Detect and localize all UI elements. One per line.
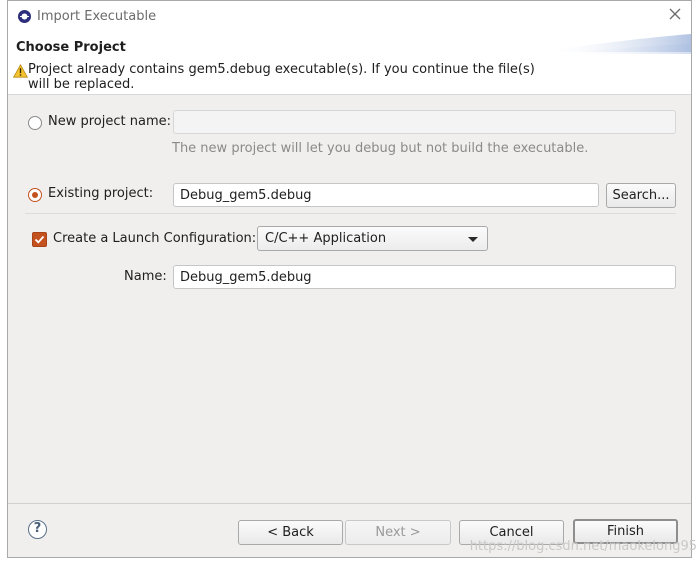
section-separator [25,213,676,214]
close-icon[interactable] [667,6,683,22]
launch-type-dropdown[interactable]: C/C++ Application [257,226,488,251]
watermark-text: https://blog.csdn.net/maokelong95 [469,539,697,554]
import-executable-dialog: Import Executable Choose Project Project… [7,0,692,558]
warning-line-1: Project already contains gem5.debug exec… [28,62,535,77]
new-project-name-field[interactable] [173,110,676,134]
existing-project-label: Existing project: [48,186,154,201]
new-project-label: New project name: [48,114,171,129]
config-name-label: Name: [124,269,167,284]
help-icon[interactable]: ? [28,520,47,539]
existing-project-field[interactable] [173,183,599,207]
chevron-down-icon [468,237,478,242]
config-name-field[interactable] [173,265,676,289]
wizard-header: Choose Project Project already contains … [8,32,691,94]
footer-separator [8,503,691,504]
launch-config-checkbox[interactable] [32,232,47,247]
eclipse-icon [18,10,31,23]
warning-icon [13,64,28,78]
window-title: Import Executable [37,9,157,24]
new-project-hint: The new project will let you debug but n… [172,141,589,156]
warning-message: Project already contains gem5.debug exec… [28,62,548,92]
new-project-radio[interactable] [28,116,42,130]
header-separator [8,94,691,95]
next-button[interactable]: Next > [345,520,451,545]
search-button[interactable]: Search... [606,183,676,208]
banner-decoration [541,34,691,54]
warning-line-2: will be replaced. [28,77,135,92]
title-bar: Import Executable [8,1,691,32]
launch-type-selected: C/C++ Application [265,231,387,246]
page-title: Choose Project [16,40,126,55]
back-button[interactable]: < Back [238,520,343,545]
existing-project-radio[interactable] [28,188,42,202]
launch-config-label: Create a Launch Configuration: [53,231,257,246]
